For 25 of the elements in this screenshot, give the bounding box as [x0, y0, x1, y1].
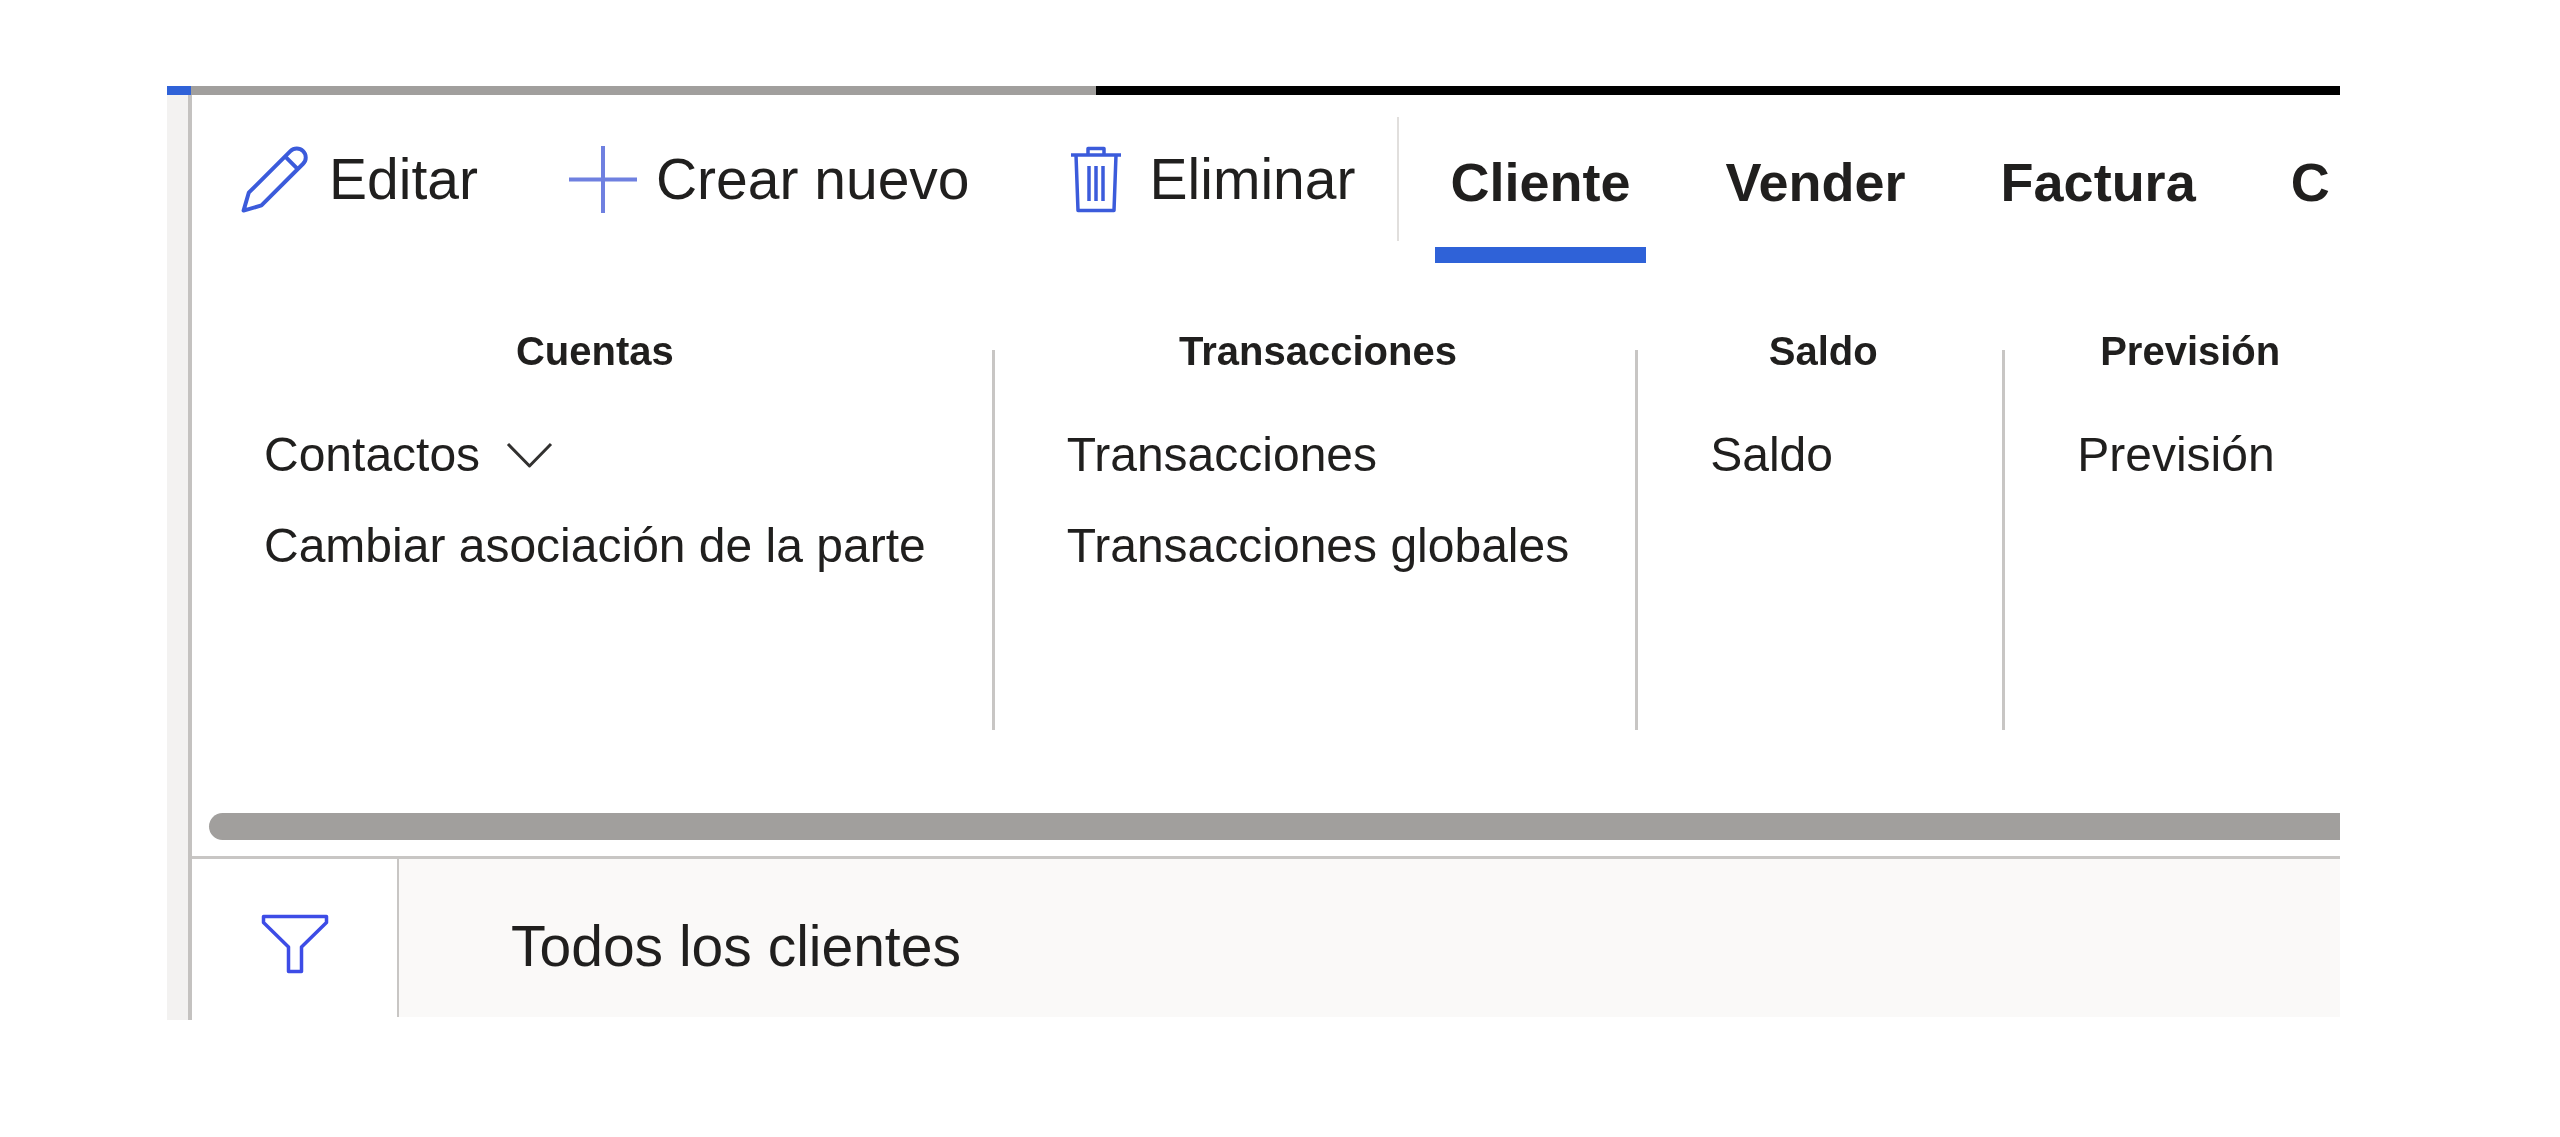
ribbon-command[interactable]: Cambiar asociación de la parte — [264, 516, 926, 576]
ribbon-command[interactable]: Transacciones globales — [1066, 516, 1570, 576]
group-header: Saldo — [1767, 328, 1879, 375]
pencil-icon — [240, 145, 310, 213]
ribbon-tab[interactable]: C — [2275, 95, 2345, 263]
filter-icon — [260, 913, 329, 974]
group-header: Cuentas — [514, 328, 675, 375]
group-header: Previsión — [2099, 328, 2282, 375]
group-header: Transacciones — [1177, 328, 1458, 375]
dropdown-button[interactable]: Contactos — [264, 425, 554, 485]
delete-button[interactable]: Eliminar — [1060, 95, 1356, 263]
ribbon-command[interactable]: Transacciones — [1066, 425, 1378, 485]
ribbon-command[interactable]: Previsión — [2077, 425, 2275, 485]
edit-button[interactable]: Editar — [240, 95, 478, 263]
ribbon-tab[interactable]: Factura — [1985, 95, 2211, 263]
plus-icon — [568, 145, 637, 213]
chevron-down-icon — [506, 441, 554, 469]
trash-icon — [1068, 145, 1123, 213]
ribbon-tab[interactable]: Cliente — [1435, 95, 1646, 263]
filter-button[interactable] — [260, 913, 329, 974]
ribbon-tab[interactable]: Vender — [1710, 95, 1921, 263]
scrollbar-thumb[interactable] — [209, 813, 2340, 840]
view-title: Todos los clientes — [511, 912, 961, 980]
ribbon-command[interactable]: Saldo — [1710, 425, 1833, 485]
new-button[interactable]: Crear nuevo — [568, 95, 970, 263]
